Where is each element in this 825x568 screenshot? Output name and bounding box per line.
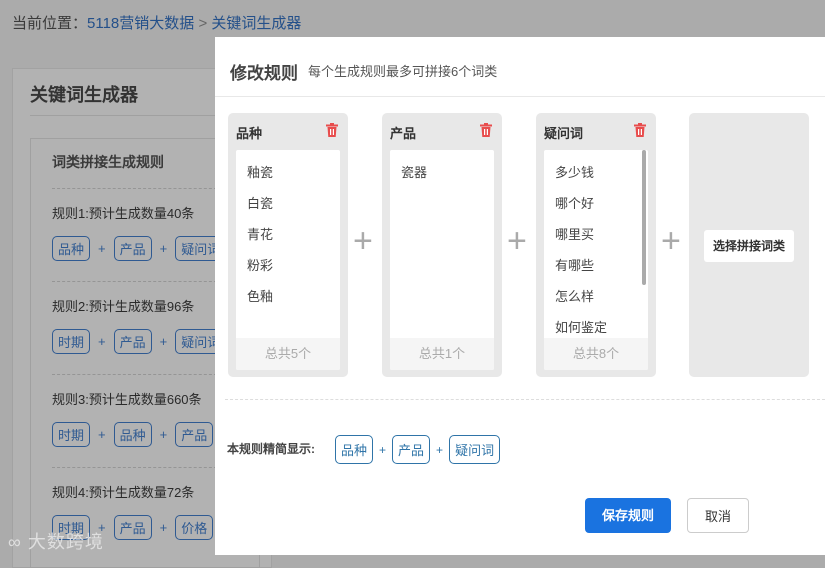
plus-sign: + (159, 334, 168, 349)
breadcrumb-prefix: 当前位置： (12, 15, 88, 32)
plus-sign: + (159, 427, 168, 442)
word-item: 有哪些 (555, 258, 595, 273)
rules-panel-title: 词类拼接生成规则 (52, 154, 164, 170)
word-item: 瓷器 (401, 165, 428, 180)
modal-title: 修改规则 (230, 64, 298, 83)
trash-icon[interactable] (634, 123, 646, 137)
summary-label: 本规则精简显示: (227, 442, 315, 456)
word-class-tag[interactable]: 品种 (113, 422, 152, 447)
column-total: 总共1个 (390, 338, 494, 370)
word-item: 白瓷 (247, 196, 274, 211)
plus-icon: + (661, 222, 681, 260)
word-class-tag[interactable]: 时期 (52, 329, 91, 354)
rule-title: 规则2:预计生成数量96条 (52, 299, 195, 314)
trash-icon[interactable] (326, 123, 338, 137)
divider (215, 96, 825, 97)
column-total: 总共8个 (544, 338, 648, 370)
rule-title: 规则1:预计生成数量40条 (52, 206, 195, 221)
word-item: 粉彩 (247, 258, 274, 273)
breadcrumb-home-link[interactable]: 5118营销大数据 (87, 15, 194, 32)
column-title: 产品 (390, 126, 417, 141)
word-class-tag[interactable]: 产品 (113, 515, 152, 540)
word-class-column: 疑问词多少钱哪个好哪里买有哪些怎么样如何鉴定总共8个 (536, 113, 656, 377)
card-title: 关键词生成器 (30, 85, 138, 105)
summary-tags: 品种 + 产品 + 疑问词 (335, 435, 501, 464)
watermark: ∞ 大数跨境 (8, 532, 104, 552)
choose-word-class-button[interactable]: 选择拼接词类 (704, 230, 794, 262)
column-title: 疑问词 (544, 126, 584, 141)
rule-divider (52, 281, 222, 282)
modal-subtitle: 每个生成规则最多可拼接6个词类 (308, 64, 498, 79)
rule-divider (52, 188, 222, 189)
word-class-column: 产品瓷器总共1个 (382, 113, 502, 377)
watermark-text: 大数跨境 (27, 532, 104, 552)
word-item: 哪个好 (555, 196, 595, 211)
plus-sign: + (159, 241, 168, 256)
trash-icon[interactable] (480, 123, 492, 137)
rule-tags: 品种 + 产品 + 疑问词 (52, 236, 227, 261)
rule-divider (52, 467, 222, 468)
column-title: 品种 (236, 126, 263, 141)
breadcrumb: 当前位置：5118营销大数据 > 关键词生成器 (12, 12, 301, 33)
summary-tag: 品种 (335, 435, 374, 464)
divider (225, 399, 825, 400)
word-class-tag[interactable]: 品种 (52, 236, 91, 261)
word-list: 釉瓷白瓷青花粉彩色釉总共5个 (236, 150, 340, 370)
word-list: 多少钱哪个好哪里买有哪些怎么样如何鉴定总共8个 (544, 150, 648, 370)
word-class-tag[interactable]: 价格 (175, 515, 214, 540)
plus-sign: + (98, 334, 106, 349)
word-class-column: 品种釉瓷白瓷青花粉彩色釉总共5个 (228, 113, 348, 377)
summary-tag: 疑问词 (449, 435, 501, 464)
plus-sign: + (98, 241, 106, 256)
summary-tag: 产品 (392, 435, 431, 464)
word-item: 多少钱 (555, 165, 595, 180)
word-item: 哪里买 (555, 227, 595, 242)
rule-title: 规则3:预计生成数量660条 (52, 392, 202, 407)
breadcrumb-separator: > (198, 15, 208, 32)
plus-sign: + (98, 427, 106, 442)
column-total: 总共5个 (236, 338, 340, 370)
word-class-tag[interactable]: 产品 (113, 236, 152, 261)
rule-tags: 时期 + 品种 + 产品 (52, 422, 214, 447)
plus-sign: + (159, 520, 168, 535)
plus-sign: + (379, 442, 387, 457)
plus-icon: + (507, 222, 527, 260)
save-rule-button[interactable]: 保存规则 (585, 498, 671, 533)
rule-tags: 时期 + 产品 + 疑问词 (52, 329, 227, 354)
word-item: 如何鉴定 (555, 320, 608, 335)
rule-title: 规则4:预计生成数量72条 (52, 485, 195, 500)
plus-sign: + (436, 442, 444, 457)
word-item: 青花 (247, 227, 274, 242)
plus-icon: + (353, 222, 373, 260)
word-item: 色釉 (247, 289, 274, 304)
word-class-tag[interactable]: 产品 (113, 329, 152, 354)
rule-divider (52, 374, 222, 375)
word-item: 釉瓷 (247, 165, 274, 180)
scrollbar[interactable] (642, 150, 646, 285)
breadcrumb-current-link[interactable]: 关键词生成器 (211, 15, 301, 32)
word-list: 瓷器总共1个 (390, 150, 494, 370)
word-item: 怎么样 (555, 289, 595, 304)
word-class-tag[interactable]: 产品 (175, 422, 214, 447)
cancel-button[interactable]: 取消 (687, 498, 749, 533)
add-column-slot: 选择拼接词类 (689, 113, 809, 377)
edit-rule-modal: 修改规则 每个生成规则最多可拼接6个词类 品种 釉瓷 白瓷 青花 粉彩 色釉 总共5个 + 产品… (215, 37, 825, 555)
word-class-tag[interactable]: 时期 (52, 422, 91, 447)
